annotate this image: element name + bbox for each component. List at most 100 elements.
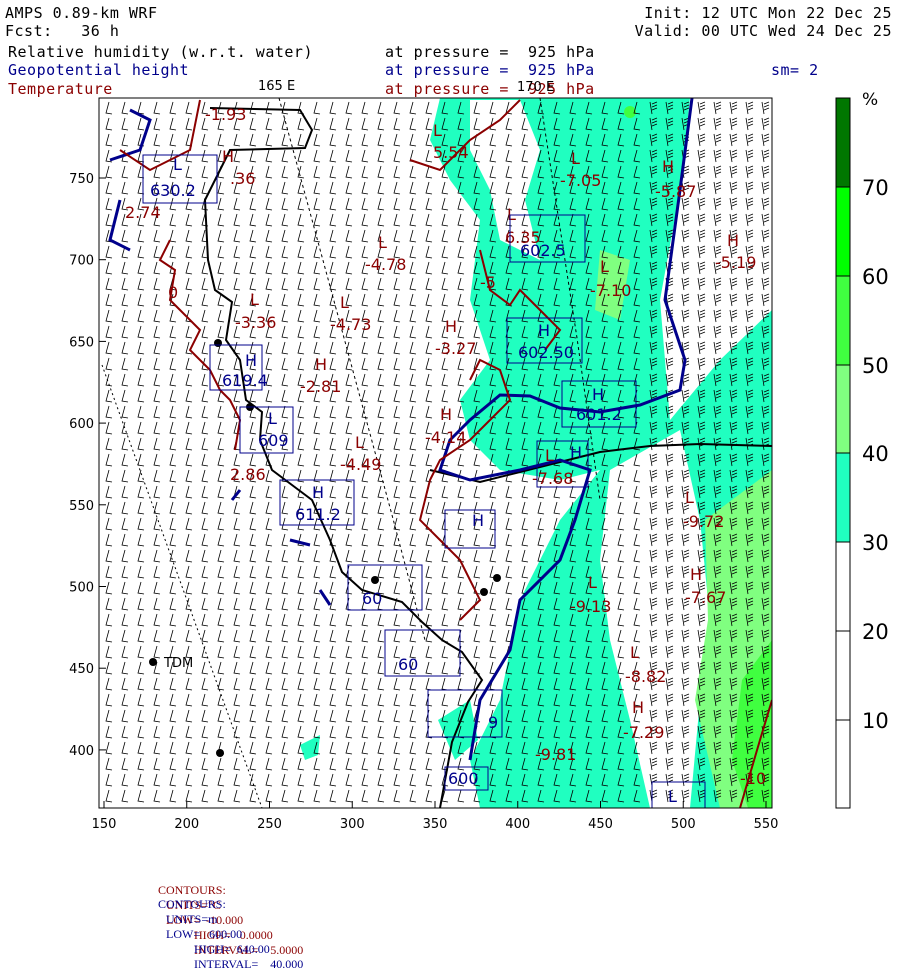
- wind-barb: [249, 421, 257, 435]
- wind-barb: [201, 581, 209, 595]
- wind-barb: [169, 437, 177, 451]
- wind-barb: [345, 229, 353, 243]
- wind-barb: [265, 341, 273, 355]
- wind-barb: [329, 485, 337, 499]
- wind-barb: [393, 469, 401, 483]
- wind-barb: [297, 309, 305, 323]
- wind-barb: [233, 709, 241, 723]
- wind-barb: [105, 629, 113, 643]
- wind-barb: [137, 485, 145, 499]
- wind-barb: [217, 133, 225, 147]
- wind-barb: [393, 709, 401, 723]
- temperature-label: 2.86: [230, 465, 266, 484]
- wind-barb: [233, 645, 241, 659]
- wind-barb: [297, 133, 305, 147]
- wind-barb: [121, 101, 129, 115]
- wind-barb: [457, 789, 465, 803]
- wind-barb: [281, 501, 289, 515]
- wind-barb: [169, 469, 177, 483]
- wind-barb: [345, 725, 353, 739]
- wind-barb: [105, 757, 113, 771]
- wind-barb: [281, 197, 289, 211]
- wind-barb: [265, 197, 273, 211]
- wind-barb: [233, 229, 241, 243]
- wind-barb: [137, 709, 145, 723]
- wind-barb: [153, 709, 161, 723]
- temperature-label: -7.67: [685, 588, 726, 607]
- wind-barb: [425, 229, 433, 243]
- temperature-label: H: [632, 698, 644, 717]
- wind-barb: [265, 693, 273, 707]
- wind-barb: [329, 197, 337, 211]
- station-dot: [493, 574, 501, 582]
- wind-barb: [185, 517, 193, 531]
- wind-barb: [377, 741, 385, 755]
- wind-barb: [233, 293, 241, 307]
- wind-barb: [249, 117, 257, 131]
- wind-barb: [217, 757, 225, 771]
- wind-barb: [265, 629, 273, 643]
- temperature-label: 0: [168, 283, 178, 302]
- wind-barb: [137, 645, 145, 659]
- wind-barb: [329, 229, 337, 243]
- wind-barb: [457, 661, 465, 675]
- wind-barb: [329, 181, 337, 195]
- temperature-label: -7.29: [623, 723, 664, 742]
- wind-barb: [105, 501, 113, 515]
- wind-barb: [377, 645, 385, 659]
- wind-barb: [121, 757, 129, 771]
- wind-barb: [265, 533, 273, 547]
- wind-barb: [361, 517, 369, 531]
- wind-barb: [281, 453, 289, 467]
- wind-barb: [281, 341, 289, 355]
- wind-barb: [457, 229, 465, 243]
- y-tick-label: 550: [69, 499, 94, 514]
- wind-barb: [105, 213, 113, 227]
- wind-barb: [201, 693, 209, 707]
- wind-barb: [681, 309, 690, 323]
- wind-barb: [153, 373, 161, 387]
- wind-barb: [121, 773, 129, 787]
- wind-barb: [153, 613, 161, 627]
- wind-barb: [377, 725, 385, 739]
- temperature-label: -8.82: [625, 667, 666, 686]
- wind-barb: [233, 581, 241, 595]
- wind-barb: [105, 645, 113, 659]
- wind-barb: [345, 661, 353, 675]
- wind-barb: [409, 517, 417, 531]
- wind-barb: [313, 789, 321, 803]
- wind-barb: [105, 709, 113, 723]
- wind-barb: [313, 549, 321, 563]
- wind-barb: [457, 261, 465, 275]
- wind-barb: [217, 677, 225, 691]
- wind-barb: [185, 229, 193, 243]
- temperature-label: L: [250, 290, 259, 309]
- wind-barb: [137, 245, 145, 259]
- wind-barb: [361, 133, 369, 147]
- wind-barb: [313, 117, 321, 131]
- wind-barb: [329, 629, 337, 643]
- wind-barb: [153, 453, 161, 467]
- wind-barb: [185, 101, 193, 115]
- wind-barb: [361, 181, 369, 195]
- colorbar-label: 40: [862, 442, 889, 466]
- x-tick-label: 250: [257, 817, 282, 832]
- wind-barb: [393, 277, 401, 291]
- height-label: L: [668, 787, 677, 806]
- wind-barb: [281, 725, 289, 739]
- wind-barb: [169, 709, 177, 723]
- wind-barb: [169, 597, 177, 611]
- wind-barb: [425, 293, 433, 307]
- wind-barb: [281, 373, 289, 387]
- wind-barb: [377, 565, 385, 579]
- wind-barb: [409, 165, 417, 179]
- wind-barb: [169, 725, 177, 739]
- wind-barb: [377, 661, 385, 675]
- wind-barb: [137, 549, 145, 563]
- wind-barb: [441, 293, 449, 307]
- wind-barb: [665, 373, 674, 387]
- wind-barb: [521, 517, 529, 531]
- wind-barb: [169, 613, 177, 627]
- wind-barb: [329, 581, 337, 595]
- wind-barb: [121, 373, 129, 387]
